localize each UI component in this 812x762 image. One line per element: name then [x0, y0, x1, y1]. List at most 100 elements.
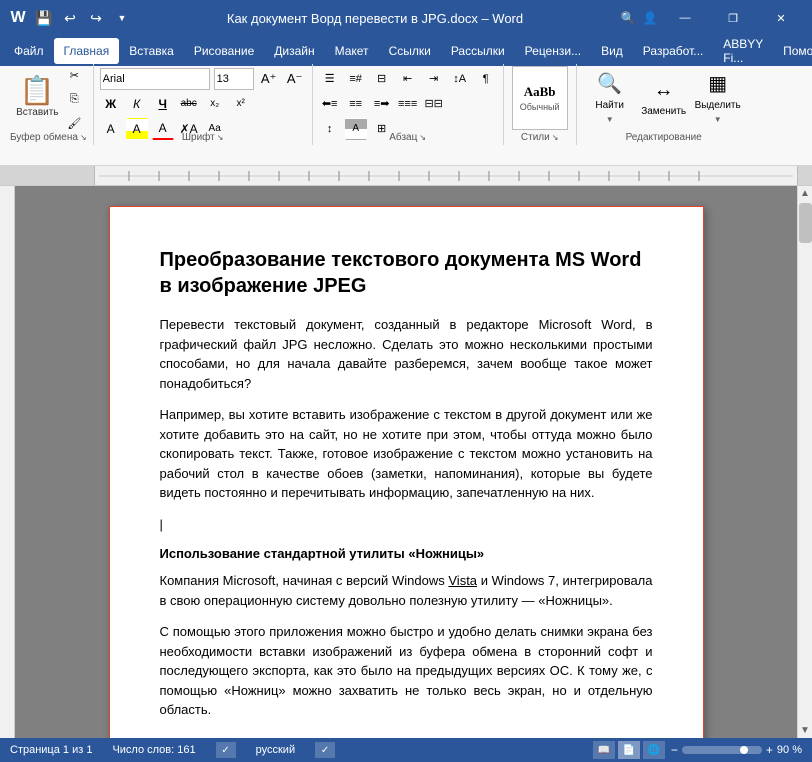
menu-developer[interactable]: Разработ... — [633, 38, 713, 64]
align-right-button[interactable]: ≡➡ — [371, 93, 393, 115]
replace-button[interactable]: ↔ Заменить — [639, 66, 689, 130]
menu-draw[interactable]: Рисование — [184, 38, 264, 64]
align-row: ⬅≡ ≡≡ ≡➡ ≡≡≡ ⊟⊟ — [319, 93, 497, 115]
decrease-font-button[interactable]: A⁻ — [284, 68, 306, 90]
vertical-ruler — [0, 186, 15, 738]
increase-font-button[interactable]: A⁺ — [258, 68, 280, 90]
scroll-down-button[interactable]: ▼ — [798, 723, 812, 738]
save-icon[interactable]: 💾 — [34, 8, 54, 28]
zoom-in-button[interactable]: + — [766, 743, 773, 757]
font-group-label: Шрифт ↘ — [100, 130, 306, 143]
quick-access-customize[interactable]: ▼ — [112, 8, 132, 28]
menu-design[interactable]: Дизайн — [264, 38, 324, 64]
menu-file[interactable]: Файл — [4, 38, 54, 64]
read-mode-button[interactable]: 📖 — [593, 741, 615, 759]
share-icon[interactable]: 👤 — [640, 8, 660, 28]
copy-button[interactable]: ⎘ — [63, 89, 85, 111]
bold-button[interactable]: Ж — [100, 93, 122, 115]
find-arrow[interactable]: ▼ — [606, 115, 614, 124]
strikethrough-button[interactable]: abc — [178, 93, 200, 115]
underline-button[interactable]: Ч — [152, 93, 174, 115]
document-page[interactable]: Преобразование текстового документа MS W… — [109, 206, 704, 738]
font-format-row: Ж К Ч abc x₂ x² — [100, 93, 306, 115]
font-expand-arrow[interactable]: ↘ — [217, 133, 224, 142]
scroll-up-button[interactable]: ▲ — [798, 186, 812, 201]
select-icon: ▦ — [708, 71, 727, 96]
search-icon[interactable]: 🔍 — [618, 8, 638, 28]
cut-button[interactable]: ✂ — [63, 65, 85, 87]
menu-abbyy[interactable]: ABBYY Fi... — [713, 38, 773, 64]
decrease-indent-button[interactable]: ⇤ — [397, 68, 419, 90]
track-changes-icon[interactable]: ✓ — [315, 742, 335, 758]
zoom-out-button[interactable]: − — [671, 743, 678, 757]
close-button[interactable]: ✕ — [758, 0, 804, 36]
document-paragraph-2: Например, вы хотите вставить изображение… — [160, 405, 653, 503]
ribbon: 📋 Вставить ✂ ⎘ 🖌 Буфер обмена ↘ — [0, 66, 812, 166]
styles-preview: AaBb — [524, 84, 556, 100]
text-cursor: | — [160, 517, 163, 532]
align-left-button[interactable]: ⬅≡ — [319, 93, 341, 115]
zoom-slider[interactable] — [682, 746, 762, 754]
menu-layout[interactable]: Макет — [325, 38, 379, 64]
sort-button[interactable]: ↕A — [449, 68, 471, 90]
redo-icon[interactable]: ↪ — [86, 8, 106, 28]
menu-view[interactable]: Вид — [591, 38, 633, 64]
select-label: Выделить — [695, 100, 741, 111]
horizontal-ruler — [0, 166, 812, 186]
undo-icon[interactable]: ↩ — [60, 8, 80, 28]
statusbar: Страница 1 из 1 Число слов: 161 ✓ русски… — [0, 738, 812, 762]
replace-label: Заменить — [641, 106, 686, 117]
font-size-input[interactable] — [214, 68, 254, 90]
proofing-icon[interactable]: ✓ — [216, 742, 236, 758]
menu-insert[interactable]: Вставка — [119, 38, 184, 64]
vertical-scrollbar[interactable]: ▲ ▼ — [797, 186, 812, 738]
clipboard-expand-arrow[interactable]: ↘ — [80, 133, 87, 142]
vista-text: Vista — [448, 573, 477, 588]
word-app-icon: W — [8, 8, 28, 28]
italic-button[interactable]: К — [126, 93, 148, 115]
language: русский — [256, 744, 295, 756]
replace-icon: ↔ — [654, 79, 674, 102]
clipboard-label: Буфер обмена ↘ — [10, 130, 87, 143]
paragraph-expand-arrow[interactable]: ↘ — [419, 133, 426, 142]
minimize-button[interactable]: — — [662, 0, 708, 36]
scroll-thumb[interactable] — [799, 203, 812, 243]
menubar: Файл Главная Вставка Рисование Дизайн Ма… — [0, 36, 812, 66]
menu-review[interactable]: Рецензи... — [515, 38, 591, 64]
increase-indent-button[interactable]: ⇥ — [423, 68, 445, 90]
align-center-button[interactable]: ≡≡ — [345, 93, 367, 115]
superscript-button[interactable]: x² — [230, 93, 252, 115]
font-name-input[interactable] — [100, 68, 210, 90]
statusbar-right: 📖 📄 🌐 − + 90 % — [593, 741, 802, 759]
find-button[interactable]: 🔍 Найти ▼ — [585, 66, 635, 130]
multilevel-list-button[interactable]: ⊟ — [371, 68, 393, 90]
bullet-list-button[interactable]: ☰ — [319, 68, 341, 90]
content-area: Преобразование текстового документа MS W… — [0, 186, 812, 738]
clipboard-group: 📋 Вставить ✂ ⎘ 🖌 Буфер обмена ↘ — [4, 64, 94, 145]
column-button[interactable]: ⊟⊟ — [423, 93, 445, 115]
word-count: Число слов: 161 — [112, 744, 195, 756]
menu-help[interactable]: Помощн... — [773, 38, 812, 64]
document-cursor-line[interactable]: | — [160, 515, 653, 535]
select-arrow[interactable]: ▼ — [714, 115, 722, 124]
zoom-slider-handle[interactable] — [740, 746, 748, 754]
menu-mailings[interactable]: Рассылки — [441, 38, 515, 64]
numbered-list-button[interactable]: ≡# — [345, 68, 367, 90]
app-window: W 💾 ↩ ↪ ▼ Как документ Ворд перевести в … — [0, 0, 812, 762]
web-layout-button[interactable]: 🌐 — [643, 741, 665, 759]
styles-expand-arrow[interactable]: ↘ — [552, 133, 559, 142]
justify-button[interactable]: ≡≡≡ — [397, 93, 419, 115]
editing-label: Редактирование — [626, 130, 702, 143]
print-layout-button[interactable]: 📄 — [618, 741, 640, 759]
select-button[interactable]: ▦ Выделить ▼ — [693, 66, 743, 130]
restore-button[interactable]: ❐ — [710, 0, 756, 36]
styles-normal-label: Обычный — [520, 102, 560, 112]
paste-button[interactable]: 📋 Вставить — [11, 66, 63, 130]
show-marks-button[interactable]: ¶ — [475, 68, 497, 90]
clipboard-sub: ✂ ⎘ 🖌 — [63, 61, 85, 135]
menu-references[interactable]: Ссылки — [379, 38, 441, 64]
paste-icon: 📋 — [20, 77, 55, 105]
subscript-button[interactable]: x₂ — [204, 93, 226, 115]
styles-button[interactable]: AaBb Обычный — [512, 66, 568, 130]
document-area[interactable]: Преобразование текстового документа MS W… — [15, 186, 797, 738]
